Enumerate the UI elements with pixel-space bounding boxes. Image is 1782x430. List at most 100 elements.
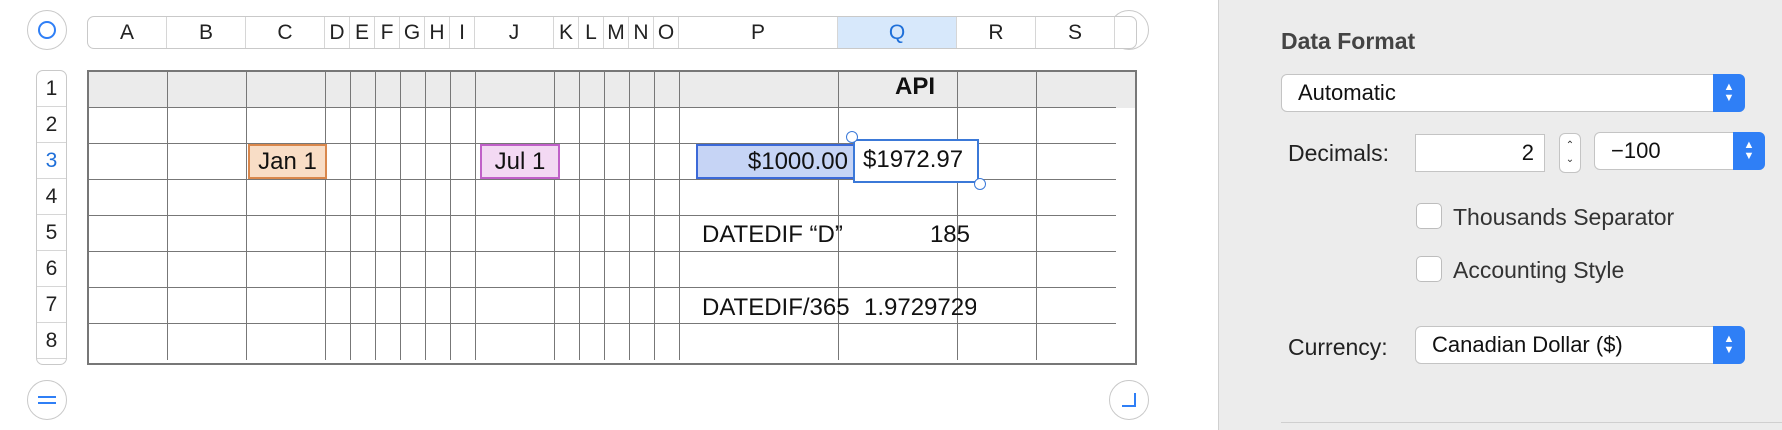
grid-cell[interactable]	[426, 288, 451, 324]
cell-q3-selection[interactable]: $1972.97	[853, 139, 979, 183]
grid-cell[interactable]	[580, 72, 605, 108]
grid-cell[interactable]	[476, 288, 555, 324]
column-header-i[interactable]: I	[450, 17, 475, 48]
grid-cell[interactable]	[168, 324, 247, 360]
accounting-style-checkbox[interactable]	[1416, 256, 1442, 282]
grid-cell[interactable]	[555, 252, 580, 288]
grid-cell[interactable]	[89, 72, 168, 108]
grid-cell[interactable]	[401, 324, 426, 360]
column-header-q[interactable]: Q	[838, 17, 957, 48]
row-handle-button[interactable]	[27, 380, 67, 420]
grid-cell[interactable]	[476, 252, 555, 288]
grid-cell[interactable]	[476, 108, 555, 144]
column-header-n[interactable]: N	[629, 17, 654, 48]
grid-cell[interactable]	[376, 288, 401, 324]
grid-cell[interactable]	[451, 180, 476, 216]
grid-cell[interactable]	[401, 288, 426, 324]
grid-cell[interactable]	[426, 324, 451, 360]
grid-cell[interactable]	[247, 108, 326, 144]
grid-cell[interactable]	[605, 216, 630, 252]
column-header-d[interactable]: D	[325, 17, 350, 48]
grid-cell[interactable]	[839, 324, 958, 360]
grid-cell[interactable]	[401, 180, 426, 216]
grid-cell[interactable]	[326, 72, 351, 108]
grid-cell[interactable]	[451, 108, 476, 144]
grid-cell[interactable]	[89, 324, 168, 360]
grid-cell[interactable]	[89, 252, 168, 288]
grid-cell[interactable]	[680, 252, 839, 288]
grid-cell[interactable]	[326, 180, 351, 216]
grid-cell[interactable]	[630, 288, 655, 324]
grid-cell[interactable]	[655, 252, 680, 288]
grid-cell[interactable]	[168, 144, 247, 180]
cell-j3[interactable]: Jul 1	[480, 144, 560, 179]
grid-cell[interactable]	[401, 108, 426, 144]
grid-cell[interactable]	[401, 72, 426, 108]
grid-cell[interactable]	[630, 216, 655, 252]
grid-cell[interactable]	[555, 108, 580, 144]
grid-cell[interactable]	[426, 252, 451, 288]
row-header-6[interactable]: 6	[37, 251, 66, 287]
grid-cell[interactable]	[580, 108, 605, 144]
grid-cell[interactable]	[326, 324, 351, 360]
column-header-a[interactable]: A	[88, 17, 167, 48]
column-header-s[interactable]: S	[1036, 17, 1115, 48]
grid-cell[interactable]	[351, 288, 376, 324]
grid-cell[interactable]	[89, 108, 168, 144]
grid-cell[interactable]	[630, 72, 655, 108]
grid-cell[interactable]	[351, 108, 376, 144]
grid-cell[interactable]	[655, 288, 680, 324]
grid-cell[interactable]	[89, 144, 168, 180]
grid-cell[interactable]	[630, 324, 655, 360]
row-header-4[interactable]: 4	[37, 179, 66, 215]
grid-cell[interactable]	[376, 252, 401, 288]
grid-cell[interactable]	[605, 324, 630, 360]
grid-cell[interactable]	[1037, 108, 1116, 144]
grid-cell[interactable]	[1037, 324, 1116, 360]
row-header-3[interactable]: 3	[37, 143, 66, 179]
column-header-b[interactable]: B	[167, 17, 246, 48]
column-header-r[interactable]: R	[957, 17, 1036, 48]
grid-cell[interactable]	[376, 72, 401, 108]
grid-cell[interactable]	[655, 144, 680, 180]
grid-cell[interactable]	[376, 216, 401, 252]
grid-cell[interactable]	[555, 216, 580, 252]
grid-cell[interactable]	[451, 216, 476, 252]
grid-cell[interactable]	[1037, 144, 1116, 180]
grid-cell[interactable]	[376, 180, 401, 216]
cell-q7[interactable]: 1.972972972	[864, 291, 976, 325]
grid-cell[interactable]	[580, 252, 605, 288]
grid-cell[interactable]	[839, 180, 958, 216]
grid-cell[interactable]	[168, 216, 247, 252]
grid-cell[interactable]	[247, 288, 326, 324]
column-header-k[interactable]: K	[554, 17, 579, 48]
grid-cell[interactable]	[1037, 216, 1116, 252]
column-header-c[interactable]: C	[246, 17, 325, 48]
grid-cell[interactable]	[351, 144, 376, 180]
cell-p7[interactable]: DATEDIF/365	[702, 291, 852, 325]
select-table-button[interactable]	[27, 10, 67, 50]
grid-cell[interactable]	[326, 144, 351, 180]
grid-cell[interactable]	[247, 72, 326, 108]
grid-cell[interactable]	[605, 72, 630, 108]
grid-cell[interactable]	[630, 108, 655, 144]
grid-cell[interactable]	[555, 72, 580, 108]
grid-cell[interactable]	[326, 216, 351, 252]
column-header-l[interactable]: L	[579, 17, 604, 48]
decimals-stepper[interactable]: ⌃ ⌄	[1559, 133, 1581, 173]
grid-cell[interactable]	[89, 180, 168, 216]
grid-cell[interactable]	[451, 252, 476, 288]
grid-cell[interactable]	[476, 216, 555, 252]
thousands-separator-checkbox[interactable]	[1416, 203, 1442, 229]
grid-cell[interactable]	[326, 288, 351, 324]
grid-cell[interactable]	[958, 252, 1037, 288]
grid-cell[interactable]	[476, 324, 555, 360]
column-header-m[interactable]: M	[604, 17, 629, 48]
grid-cell[interactable]	[580, 216, 605, 252]
grid-cell[interactable]	[605, 252, 630, 288]
grid-cell[interactable]	[168, 288, 247, 324]
grid-cell[interactable]	[605, 288, 630, 324]
grid-cell[interactable]	[376, 108, 401, 144]
currency-popup[interactable]: Canadian Dollar ($) ▲ ▼	[1415, 326, 1745, 364]
grid-cell[interactable]	[426, 108, 451, 144]
